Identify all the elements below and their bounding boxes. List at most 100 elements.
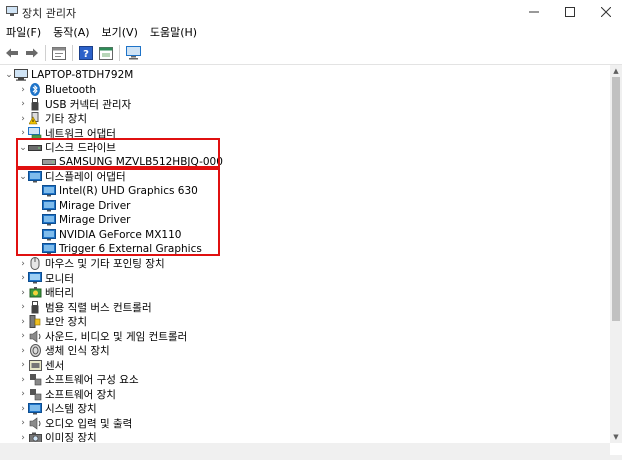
tree-item-other-devices[interactable]: › 기타 장치 [18,112,610,127]
scan-monitor-icon [125,46,141,60]
forward-button[interactable] [22,43,42,63]
tree-item-software-components[interactable]: › 소프트웨어 구성 요소 [18,373,610,388]
highlight-box-disk-drives [16,138,220,168]
tree-item-bluetooth[interactable]: › Bluetooth [18,83,610,98]
software-component-icon [28,373,42,386]
menu-view[interactable]: 보기(V) [96,24,144,42]
tree-item-imaging-devices[interactable]: › 이미징 장치 [18,431,610,442]
chevron-right-icon[interactable]: › [18,300,28,314]
tree-item-label: 보안 장치 [45,316,87,329]
tree-item-label: 기타 장치 [45,113,87,126]
tree-item-sensors[interactable]: › 센서 [18,358,610,373]
chevron-right-icon[interactable]: › [18,286,28,300]
audio-io-icon [28,417,42,430]
imaging-icon [28,431,42,442]
chevron-right-icon[interactable]: › [18,431,28,442]
chevron-right-icon[interactable]: › [18,83,28,97]
mouse-icon [28,257,42,271]
chevron-right-icon[interactable]: › [18,271,28,285]
tree-item-biometric-devices[interactable]: › 생체 인식 장치 [18,344,610,359]
scroll-up-arrow-icon[interactable]: ▲ [610,65,622,77]
tree-item-mouse[interactable]: › 마우스 및 기타 포인팅 장치 [18,257,610,272]
tree-item-security-devices[interactable]: › 보안 장치 [18,315,610,330]
tree-item-label: 소프트웨어 구성 요소 [45,374,139,387]
computer-icon [14,69,28,82]
horizontal-scrollbar[interactable] [0,443,610,455]
system-device-icon [28,402,42,415]
chevron-right-icon[interactable]: › [18,387,28,401]
sensor-icon [28,359,42,372]
menu-file[interactable]: 파일(F) [0,24,47,42]
title-bar[interactable]: 장치 관리자 [0,0,622,24]
usb-controller-icon [28,300,42,314]
menu-bar: 파일(F) 동작(A) 보기(V) 도움말(H) [0,24,622,42]
tree-item-sound-controllers[interactable]: › 사운드, 비디오 및 게임 컨트롤러 [18,329,610,344]
view-window-icon [99,46,113,60]
properties-button[interactable] [49,43,69,63]
tree-item-label: 시스템 장치 [45,403,97,416]
tree-item-label: 범용 직렬 버스 컨트롤러 [45,301,152,314]
menu-help[interactable]: 도움말(H) [144,24,203,42]
chevron-right-icon[interactable]: › [18,373,28,387]
device-manager-app-icon [6,6,18,17]
tree-item-usb-connector[interactable]: › USB 커넥터 관리자 [18,97,610,112]
bluetooth-icon [28,83,42,97]
tree-root-label: LAPTOP-8TDH792M [31,69,134,82]
toolbar-separator [119,45,120,61]
biometric-icon [28,344,42,358]
chevron-right-icon[interactable]: › [18,416,28,430]
toolbar-divider [0,64,622,65]
vertical-scrollbar[interactable]: ▲ ▼ [610,65,622,443]
help-icon: ? [79,46,93,60]
security-device-icon [28,315,42,329]
tree-item-label: 배터리 [45,287,74,300]
tree-item-monitor[interactable]: › 모니터 [18,271,610,286]
sound-icon [28,330,42,343]
device-tree[interactable]: ⌄ LAPTOP-8TDH792M › Bluetooth › USB 커넥터 … [0,66,610,442]
tree-root[interactable]: ⌄ LAPTOP-8TDH792M [4,68,604,83]
close-button[interactable] [584,0,622,24]
unknown-device-icon [28,112,42,125]
chevron-right-icon[interactable]: › [18,97,28,111]
tree-item-label: Bluetooth [45,83,96,96]
tree-item-audio-io[interactable]: › 오디오 입력 및 출력 [18,416,610,431]
help-button[interactable]: ? [76,43,96,63]
chevron-right-icon[interactable]: › [18,344,28,358]
tree-item-software-devices[interactable]: › 소프트웨어 장치 [18,387,610,402]
battery-icon [28,286,42,299]
tree-item-label: 마우스 및 기타 포인팅 장치 [45,258,165,271]
chevron-right-icon[interactable]: › [18,402,28,416]
highlight-box-display-adapters [16,168,220,256]
chevron-right-icon[interactable]: › [18,329,28,343]
tree-item-label: USB 커넥터 관리자 [45,98,132,111]
tree-item-label: 오디오 입력 및 출력 [45,417,133,430]
menu-action[interactable]: 동작(A) [47,24,95,42]
scan-hardware-button[interactable] [123,43,143,63]
tree-item-system-devices[interactable]: › 시스템 장치 [18,402,610,417]
usb-icon [28,97,42,111]
monitor-icon [28,272,42,285]
software-device-icon [28,388,42,401]
tree-item-usb-controllers[interactable]: › 범용 직렬 버스 컨트롤러 [18,300,610,315]
scroll-down-arrow-icon[interactable]: ▼ [610,431,622,443]
tree-item-label: 이미징 장치 [45,432,97,442]
vertical-scroll-thumb[interactable] [612,77,620,321]
back-button[interactable] [2,43,22,63]
window-title: 장치 관리자 [22,7,77,20]
chevron-right-icon[interactable]: › [18,315,28,329]
arrow-left-icon [6,48,18,58]
chevron-down-icon[interactable]: ⌄ [4,68,14,82]
chevron-right-icon[interactable]: › [18,358,28,372]
svg-text:?: ? [83,49,89,60]
chevron-right-icon[interactable]: › [18,112,28,126]
tree-item-battery[interactable]: › 배터리 [18,286,610,301]
chevron-right-icon[interactable]: › [18,257,28,271]
device-manager-window: 장치 관리자 파일(F) 동작(A) 보기(V) 도움말(H) ? ⌄ LAPT… [0,0,622,460]
properties-icon [52,46,66,60]
toolbar-separator [72,45,73,61]
update-view-button[interactable] [96,43,116,63]
tree-item-label: 센서 [45,359,65,372]
toolbar: ? [0,42,622,64]
status-bar [0,455,622,460]
tree-item-label: 모니터 [45,272,74,285]
